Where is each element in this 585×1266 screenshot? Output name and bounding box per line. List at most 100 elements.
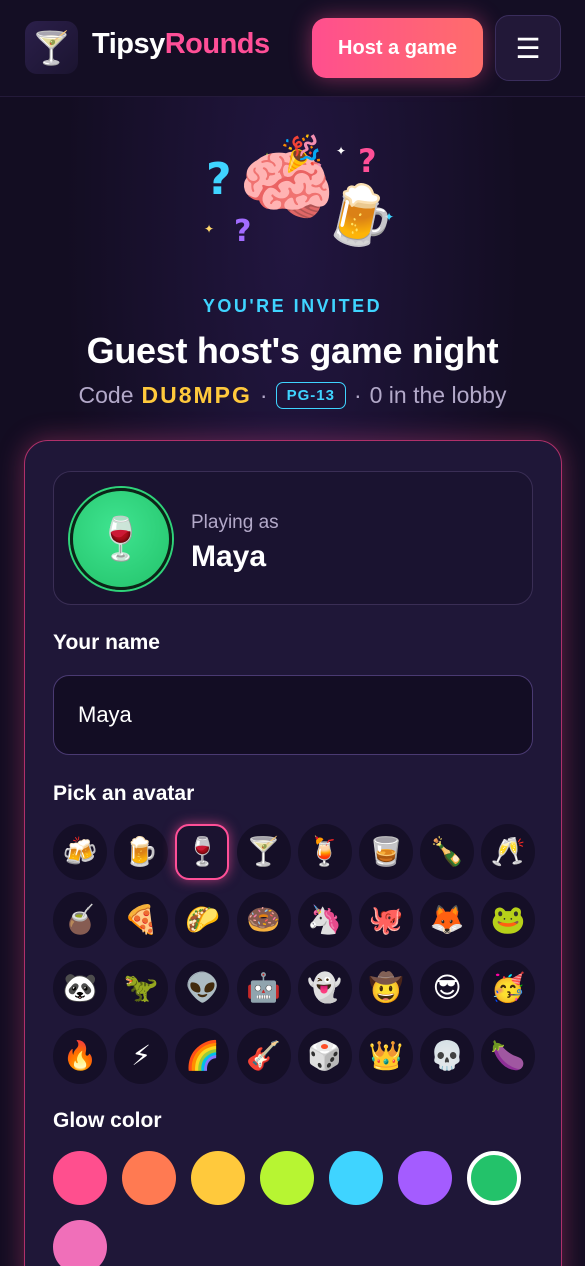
menu-button[interactable]: ☰ — [495, 15, 561, 81]
game-meta: Code DU8MPG · PG-13 · 0 in the lobby — [0, 382, 585, 409]
question-mark-icon: ? — [358, 142, 377, 180]
avatar-emoji-icon: 🤖 — [246, 971, 281, 1004]
avatar-emoji-icon: 🥂 — [490, 835, 526, 868]
brand-name[interactable]: TipsyRounds — [92, 28, 270, 61]
avatar-emoji-icon: 🍷 — [184, 835, 220, 868]
avatar-option[interactable]: 🌈 — [175, 1028, 230, 1084]
glow-color-swatch[interactable] — [467, 1151, 521, 1205]
avatar-emoji-icon: 🍾 — [429, 835, 465, 868]
join-card: 🍷 Playing as Maya Your name Pick an avat… — [24, 440, 562, 1266]
glow-color-swatch[interactable] — [398, 1151, 452, 1205]
avatar-emoji-icon: ⚡ — [131, 1039, 152, 1072]
avatar-option[interactable]: 👻 — [297, 960, 352, 1016]
avatar-option[interactable]: 🤖 — [236, 960, 291, 1016]
brand-part-2: Rounds — [164, 28, 270, 60]
avatar-emoji-icon: 👽 — [184, 971, 220, 1004]
avatar-emoji-icon: 🍕 — [123, 903, 159, 936]
avatar-emoji-icon: 🥳 — [490, 971, 526, 1004]
avatar-option[interactable]: 🎲 — [297, 1028, 352, 1084]
avatar-option[interactable]: 🐸 — [481, 892, 536, 948]
avatar-emoji-icon: 🦄 — [307, 903, 343, 936]
avatar-option[interactable]: 🧉 — [53, 892, 107, 948]
avatar-emoji-icon: 😎 — [432, 971, 462, 1004]
avatar-option[interactable]: 🎸 — [236, 1028, 291, 1084]
logo[interactable]: 🍸 — [25, 21, 78, 74]
sparkle-icon: ✦ — [336, 144, 347, 158]
avatar-option[interactable]: 🍻 — [53, 824, 107, 880]
player-preview: 🍷 Playing as Maya — [53, 471, 533, 605]
rating-badge: PG-13 — [275, 382, 346, 409]
avatar-option[interactable]: 🐼 — [53, 960, 107, 1016]
avatar: 🍷 — [70, 488, 172, 590]
beer-icon: 🍺 — [317, 174, 403, 256]
host-game-button[interactable]: Host a game — [312, 18, 483, 78]
avatar-option[interactable]: 🥂 — [481, 824, 536, 880]
avatar-option[interactable]: 🍆 — [481, 1028, 536, 1084]
avatar-option[interactable]: 🍹 — [297, 824, 352, 880]
brand-part-1: Tipsy — [92, 28, 165, 60]
avatar-option[interactable]: 😎 — [420, 960, 475, 1016]
avatar-emoji-icon: 🍹 — [307, 835, 343, 868]
avatar-option[interactable]: 🦊 — [420, 892, 475, 948]
name-label: Your name — [53, 631, 160, 654]
avatar-option[interactable]: 🦄 — [297, 892, 352, 948]
cocktail-logo-icon: 🍸 — [31, 28, 72, 67]
avatar-option[interactable]: 🍾 — [420, 824, 475, 880]
avatar-emoji-icon: 🎸 — [246, 1039, 281, 1072]
glow-color-swatch[interactable] — [122, 1151, 176, 1205]
avatar-picker-label: Pick an avatar — [53, 782, 195, 805]
avatar-option[interactable]: 👽 — [175, 960, 230, 1016]
avatar-emoji-icon: 🦖 — [123, 971, 159, 1004]
code-label: Code — [78, 382, 134, 408]
glow-color-swatch[interactable] — [53, 1220, 107, 1266]
wine-glass-icon: 🍷 — [94, 514, 148, 563]
hamburger-menu-icon: ☰ — [515, 32, 541, 64]
glow-color-swatch[interactable] — [260, 1151, 314, 1205]
invite-eyebrow: YOU'RE INVITED — [202, 296, 383, 316]
avatar-option[interactable]: 🍕 — [114, 892, 169, 948]
separator: · — [353, 382, 362, 408]
avatar-option[interactable]: 💀 — [420, 1028, 475, 1084]
separator: · — [259, 382, 268, 408]
playing-as-label: Playing as — [191, 512, 279, 533]
avatar-option[interactable]: 🦖 — [114, 960, 169, 1016]
avatar-emoji-icon: 🧉 — [62, 903, 98, 936]
party-hat-icon: 🎉 — [279, 130, 325, 176]
avatar-option[interactable]: 🍸 — [236, 824, 291, 880]
avatar-emoji-icon: 💀 — [429, 1039, 465, 1072]
question-mark-icon: ? — [206, 154, 232, 205]
game-code: DU8MPG — [141, 382, 252, 408]
avatar-grid: 🍻 🍺 🍷 🍸 🍹 🥃 🍾 🥂 🧉 🍕 🌮 🍩 🦄 🐙 🦊 🐸 🐼 🦖 👽 🤖 👻 🤠 😎 🥳 🔥 ⚡ 🌈 🎸 🎲 👑 💀 🍆 — [53, 824, 536, 1084]
avatar-option[interactable]: 🤠 — [358, 960, 413, 1016]
avatar-emoji-icon: 🔥 — [62, 1039, 98, 1072]
avatar-option[interactable]: 🥃 — [358, 824, 413, 880]
avatar-option[interactable]: ⚡ — [114, 1028, 169, 1084]
hero-illustration: ? ? ? ✦ ✦ ✦ ✦ 🧠 🎉 🍺 — [190, 128, 403, 268]
avatar-option[interactable]: 👑 — [358, 1028, 413, 1084]
glow-color-swatch[interactable] — [329, 1151, 383, 1205]
avatar-option[interactable]: 🍺 — [114, 824, 169, 880]
glow-color-swatch[interactable] — [53, 1151, 107, 1205]
avatar-emoji-icon: 🐼 — [62, 971, 98, 1004]
avatar-emoji-icon: 👻 — [307, 971, 343, 1004]
avatar-option[interactable]: 🐙 — [358, 892, 413, 948]
avatar-emoji-icon: 🍆 — [490, 1039, 526, 1072]
avatar-option[interactable]: 🌮 — [175, 892, 230, 948]
avatar-emoji-icon: 🍻 — [62, 835, 98, 868]
avatar-emoji-icon: 🐙 — [368, 903, 404, 936]
avatar-option[interactable]: 🍩 — [236, 892, 291, 948]
avatar-emoji-icon: 🍸 — [246, 835, 281, 868]
sparkle-icon: ✦ — [204, 222, 215, 236]
avatar-emoji-icon: 🦊 — [429, 903, 465, 936]
avatar-option[interactable]: 🥳 — [481, 960, 536, 1016]
glow-color-swatches — [53, 1151, 533, 1266]
name-input[interactable] — [53, 675, 533, 755]
avatar-option[interactable]: 🍷 — [175, 824, 230, 880]
glow-color-swatch[interactable] — [191, 1151, 245, 1205]
lobby-count: 0 in the lobby — [369, 382, 507, 408]
avatar-emoji-icon: 🌈 — [184, 1039, 220, 1072]
top-bar: 🍸 TipsyRounds Host a game ☰ — [0, 0, 585, 97]
avatar-option[interactable]: 🔥 — [53, 1028, 107, 1084]
avatar-emoji-icon: 🤠 — [368, 971, 404, 1004]
avatar-emoji-icon: 🌮 — [184, 903, 220, 936]
